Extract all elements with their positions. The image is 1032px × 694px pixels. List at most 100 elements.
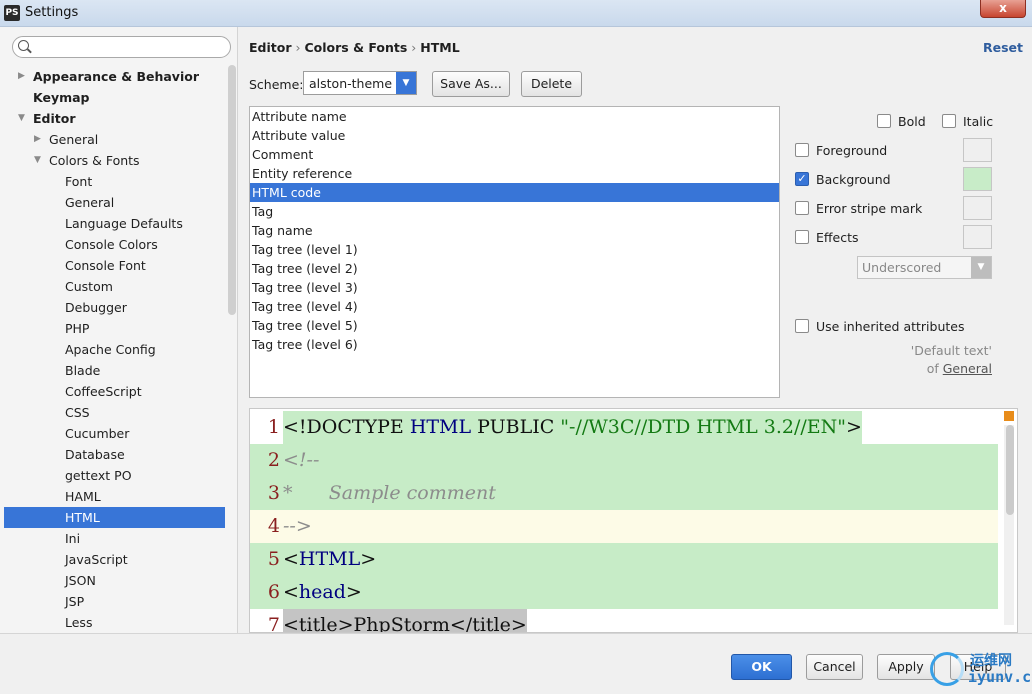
sidebar-item[interactable]: Database — [4, 444, 225, 465]
sidebar-item-label: JSP — [65, 594, 85, 609]
apply-button[interactable]: Apply — [877, 654, 935, 680]
attribute-list-item[interactable]: Tag tree (level 2) — [250, 259, 779, 278]
attribute-list-item[interactable]: Attribute name — [250, 107, 779, 126]
sidebar-item[interactable]: CSS — [4, 402, 225, 423]
sidebar-item[interactable]: JSON — [4, 570, 225, 591]
breadcrumb-colors-fonts: Colors & Fonts — [304, 40, 408, 55]
sidebar-item-label: Custom — [65, 279, 113, 294]
sidebar-item[interactable]: Ini — [4, 528, 225, 549]
search-input[interactable] — [12, 36, 231, 58]
ok-button[interactable]: OK — [731, 654, 792, 680]
chevron-down-icon[interactable]: ▼ — [34, 150, 41, 171]
save-as-button[interactable]: Save As... — [432, 71, 510, 97]
code-token: <!-- — [283, 449, 320, 471]
sidebar-item-label: CoffeeScript — [65, 384, 142, 399]
sidebar-scrollbar[interactable] — [228, 65, 236, 315]
sidebar-item-label: HTML — [65, 510, 100, 525]
attribute-list-item[interactable]: Tag tree (level 6) — [250, 335, 779, 354]
attribute-list-item[interactable]: Tag tree (level 1) — [250, 240, 779, 259]
error-stripe-swatch[interactable] — [963, 196, 992, 220]
sidebar-item[interactable]: JSP — [4, 591, 225, 612]
attribute-list[interactable]: Attribute name Attribute value Comment Enti… — [249, 106, 780, 398]
scheme-select[interactable]: alston-theme ▼ — [303, 71, 417, 95]
attribute-list-item[interactable]: Tag — [250, 202, 779, 221]
checkmark-icon: ✓ — [797, 172, 807, 185]
sidebar-item[interactable]: gettext PO — [4, 465, 225, 486]
chevron-down-icon: ▼ — [396, 72, 416, 94]
sidebar-item[interactable]: Language Defaults — [4, 213, 225, 234]
sidebar-item[interactable]: CoffeeScript — [4, 381, 225, 402]
sidebar-item[interactable]: ▶ General — [4, 129, 225, 150]
code-token: --> — [283, 515, 312, 537]
bold-checkbox[interactable] — [877, 114, 891, 128]
sidebar-item-label: Appearance & Behavior — [33, 69, 199, 84]
watermark-logo: 运维网 iyunv.com — [930, 650, 1032, 690]
sidebar-item[interactable]: ▼ Editor — [4, 108, 225, 129]
close-button[interactable]: x — [980, 0, 1026, 18]
reset-link[interactable]: Reset — [983, 40, 1023, 55]
attribute-list-item[interactable]: Attribute value — [250, 126, 779, 145]
code-token: head — [298, 581, 346, 603]
delete-button[interactable]: Delete — [521, 71, 582, 97]
foreground-checkbox[interactable] — [795, 143, 809, 157]
background-checkbox[interactable]: ✓ — [795, 172, 809, 186]
code-line: 6 <head> — [250, 576, 998, 609]
sidebar-item[interactable]: Console Colors — [4, 234, 225, 255]
effects-swatch[interactable] — [963, 225, 992, 249]
search-icon — [18, 40, 29, 51]
sidebar-item[interactable]: Custom — [4, 276, 225, 297]
sidebar-item[interactable]: HTML — [4, 507, 225, 528]
inherit-general-link[interactable]: General — [943, 361, 992, 376]
sidebar-item[interactable]: Console Font — [4, 255, 225, 276]
sidebar-item[interactable]: JavaScript — [4, 549, 225, 570]
error-stripe-marker[interactable] — [1004, 411, 1014, 421]
attribute-list-item[interactable]: Tag tree (level 5) — [250, 316, 779, 335]
sidebar-item[interactable]: ▼ Colors & Fonts — [4, 150, 225, 171]
sidebar-item-label: Cucumber — [65, 426, 130, 441]
line-number: 3 — [267, 482, 280, 504]
effects-type-select[interactable]: Underscored ▼ — [857, 256, 992, 279]
sidebar-item-label: JSON — [65, 573, 96, 588]
code-preview[interactable]: 1 <!DOCTYPE HTML PUBLIC "-//W3C//DTD HTML… — [249, 408, 1018, 633]
code-text: <HTML> — [283, 543, 376, 576]
sidebar-item-label: Debugger — [65, 300, 127, 315]
sidebar-item[interactable]: Font — [4, 171, 225, 192]
attribute-list-item[interactable]: Tag tree (level 4) — [250, 297, 779, 316]
sidebar-item[interactable]: ▶ Appearance & Behavior — [4, 66, 225, 87]
italic-label: Italic — [963, 114, 994, 129]
inherit-note-of: of — [926, 361, 939, 376]
chevron-right-icon[interactable]: ▶ — [34, 129, 41, 150]
attribute-list-item[interactable]: Tag tree (level 3) — [250, 278, 779, 297]
code-line: 4 --> — [250, 510, 998, 543]
effects-checkbox[interactable] — [795, 230, 809, 244]
preview-scrollbar-thumb[interactable] — [1006, 425, 1014, 515]
foreground-swatch[interactable] — [963, 138, 992, 162]
sidebar-item[interactable]: General — [4, 192, 225, 213]
chevron-right-icon[interactable]: ▶ — [18, 66, 25, 87]
sidebar-item[interactable]: PHP — [4, 318, 225, 339]
attribute-list-item[interactable]: HTML code — [250, 183, 779, 202]
sidebar-item[interactable]: Cucumber — [4, 423, 225, 444]
attribute-list-item[interactable]: Tag name — [250, 221, 779, 240]
italic-checkbox[interactable] — [942, 114, 956, 128]
error-stripe-checkbox[interactable] — [795, 201, 809, 215]
code-text: * Sample comment — [283, 477, 496, 510]
sidebar-item[interactable]: Debugger — [4, 297, 225, 318]
background-label: Background — [816, 172, 891, 187]
use-inherited-checkbox[interactable] — [795, 319, 809, 333]
chevron-down-icon[interactable]: ▼ — [18, 108, 25, 129]
attribute-list-item[interactable]: Comment — [250, 145, 779, 164]
sidebar-item[interactable]: HAML — [4, 486, 225, 507]
code-token: > — [360, 548, 377, 570]
sidebar-item[interactable]: Blade — [4, 360, 225, 381]
sidebar-item-label: Console Font — [65, 258, 146, 273]
sidebar-item-label: gettext PO — [65, 468, 132, 483]
background-swatch[interactable] — [963, 167, 992, 191]
sidebar-item[interactable]: Less — [4, 612, 225, 633]
sidebar-item[interactable]: Keymap — [4, 87, 225, 108]
sidebar-item[interactable]: Apache Config — [4, 339, 225, 360]
error-stripe-label: Error stripe mark — [816, 201, 923, 216]
attribute-list-item[interactable]: Entity reference — [250, 164, 779, 183]
cancel-button[interactable]: Cancel — [806, 654, 863, 680]
code-text: --> — [283, 510, 312, 543]
